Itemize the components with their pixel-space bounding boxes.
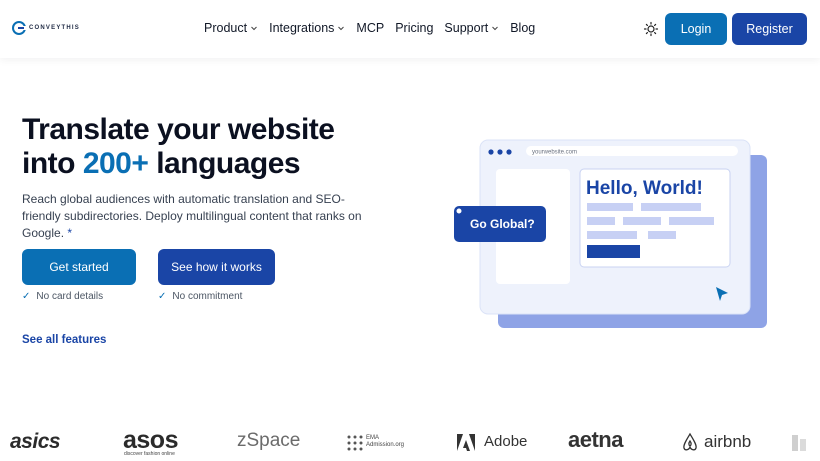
hero-title-prefix: into (22, 147, 83, 180)
text-line-highlight (587, 245, 640, 258)
hero-title: Translate your website into 200+ languag… (22, 113, 335, 181)
ema-logo: EMA Admission.org (366, 435, 404, 449)
ema-logo-line1: EMA (366, 435, 380, 441)
hero-title-line1: Translate your website (22, 113, 335, 146)
login-button[interactable]: Login (665, 13, 727, 45)
chevron-down-icon (492, 26, 499, 31)
nav-label: Product (204, 21, 248, 35)
logo[interactable]: CONVEYTHIS (12, 21, 80, 35)
partial-logo-icon (792, 435, 806, 451)
nav-item-blog[interactable]: Blog (510, 21, 535, 35)
ema-logo-icon (347, 435, 363, 451)
nav-item-pricing[interactable]: Pricing (395, 21, 433, 35)
text-line (669, 217, 714, 225)
chevron-down-icon (338, 26, 345, 31)
footnote-star: * (67, 226, 73, 240)
hero-title-accent: 200+ (82, 147, 149, 180)
hero-subtitle: Reach global audiences with automatic tr… (22, 191, 377, 242)
note-no-commitment: ✓ No commitment (158, 291, 242, 302)
go-global-text: Go Global? (470, 217, 535, 231)
nav-label: Blog (510, 21, 536, 35)
badge-dot (455, 207, 463, 215)
nav-label: Pricing (395, 21, 434, 35)
main-nav: Product Integrations MCP Pricing Support… (204, 21, 535, 35)
nav-item-product[interactable]: Product (204, 21, 258, 35)
note-no-card: ✓ No card details (22, 291, 103, 302)
register-button[interactable]: Register (732, 13, 807, 45)
text-line (648, 231, 676, 239)
sun-icon[interactable] (643, 21, 659, 37)
address-bar-url: yourwebsite.com (532, 150, 577, 156)
site-header: CONVEYTHIS Product Integrations MCP Pric… (0, 0, 820, 58)
nav-item-support[interactable]: Support (444, 21, 499, 35)
hero-title-suffix: languages (148, 147, 301, 180)
zspace-logo: zSpace (237, 430, 301, 451)
window-dot (497, 149, 503, 155)
aetna-logo: aetna (568, 427, 623, 452)
conveythis-logo-icon (12, 21, 26, 35)
check-icon: ✓ (158, 291, 167, 302)
text-line (587, 217, 615, 225)
logo-text: CONVEYTHIS (29, 25, 81, 31)
nav-label: Integrations (269, 21, 335, 35)
text-line (641, 203, 701, 211)
airbnb-logo: airbnb (704, 432, 752, 451)
nav-item-mcp[interactable]: MCP (356, 21, 384, 35)
note-text: No card details (36, 291, 104, 302)
hello-world-heading: Hello, World! (586, 178, 703, 199)
text-line (587, 203, 633, 211)
window-dot (506, 149, 512, 155)
asos-tagline: discover fashion online (124, 451, 175, 457)
note-text: No commitment (172, 291, 243, 302)
client-logos: asics asos discover fashion online zSpac… (0, 424, 820, 461)
nav-label: Support (444, 21, 489, 35)
nav-item-integrations[interactable]: Integrations (269, 21, 345, 35)
adobe-logo: Adobe (484, 433, 528, 450)
check-icon: ✓ (22, 291, 31, 302)
adobe-logo-icon (457, 434, 475, 451)
nav-label: MCP (356, 21, 385, 35)
window-dot (488, 149, 494, 155)
asics-logo: asics (10, 430, 61, 453)
see-how-it-works-button[interactable]: See how it works (158, 249, 275, 285)
text-line (623, 217, 661, 225)
see-all-features-link[interactable]: See all features (22, 334, 106, 346)
chevron-down-icon (251, 26, 257, 31)
text-line (587, 231, 637, 239)
hero-subtitle-text: Reach global audiences with automatic tr… (22, 192, 362, 240)
ema-logo-line2: Admission.org (366, 442, 405, 448)
airbnb-logo-icon (683, 432, 697, 451)
hero-illustration: yourwebsite.com Hello, World! Go Global? (454, 139, 767, 328)
get-started-button[interactable]: Get started (22, 249, 136, 285)
